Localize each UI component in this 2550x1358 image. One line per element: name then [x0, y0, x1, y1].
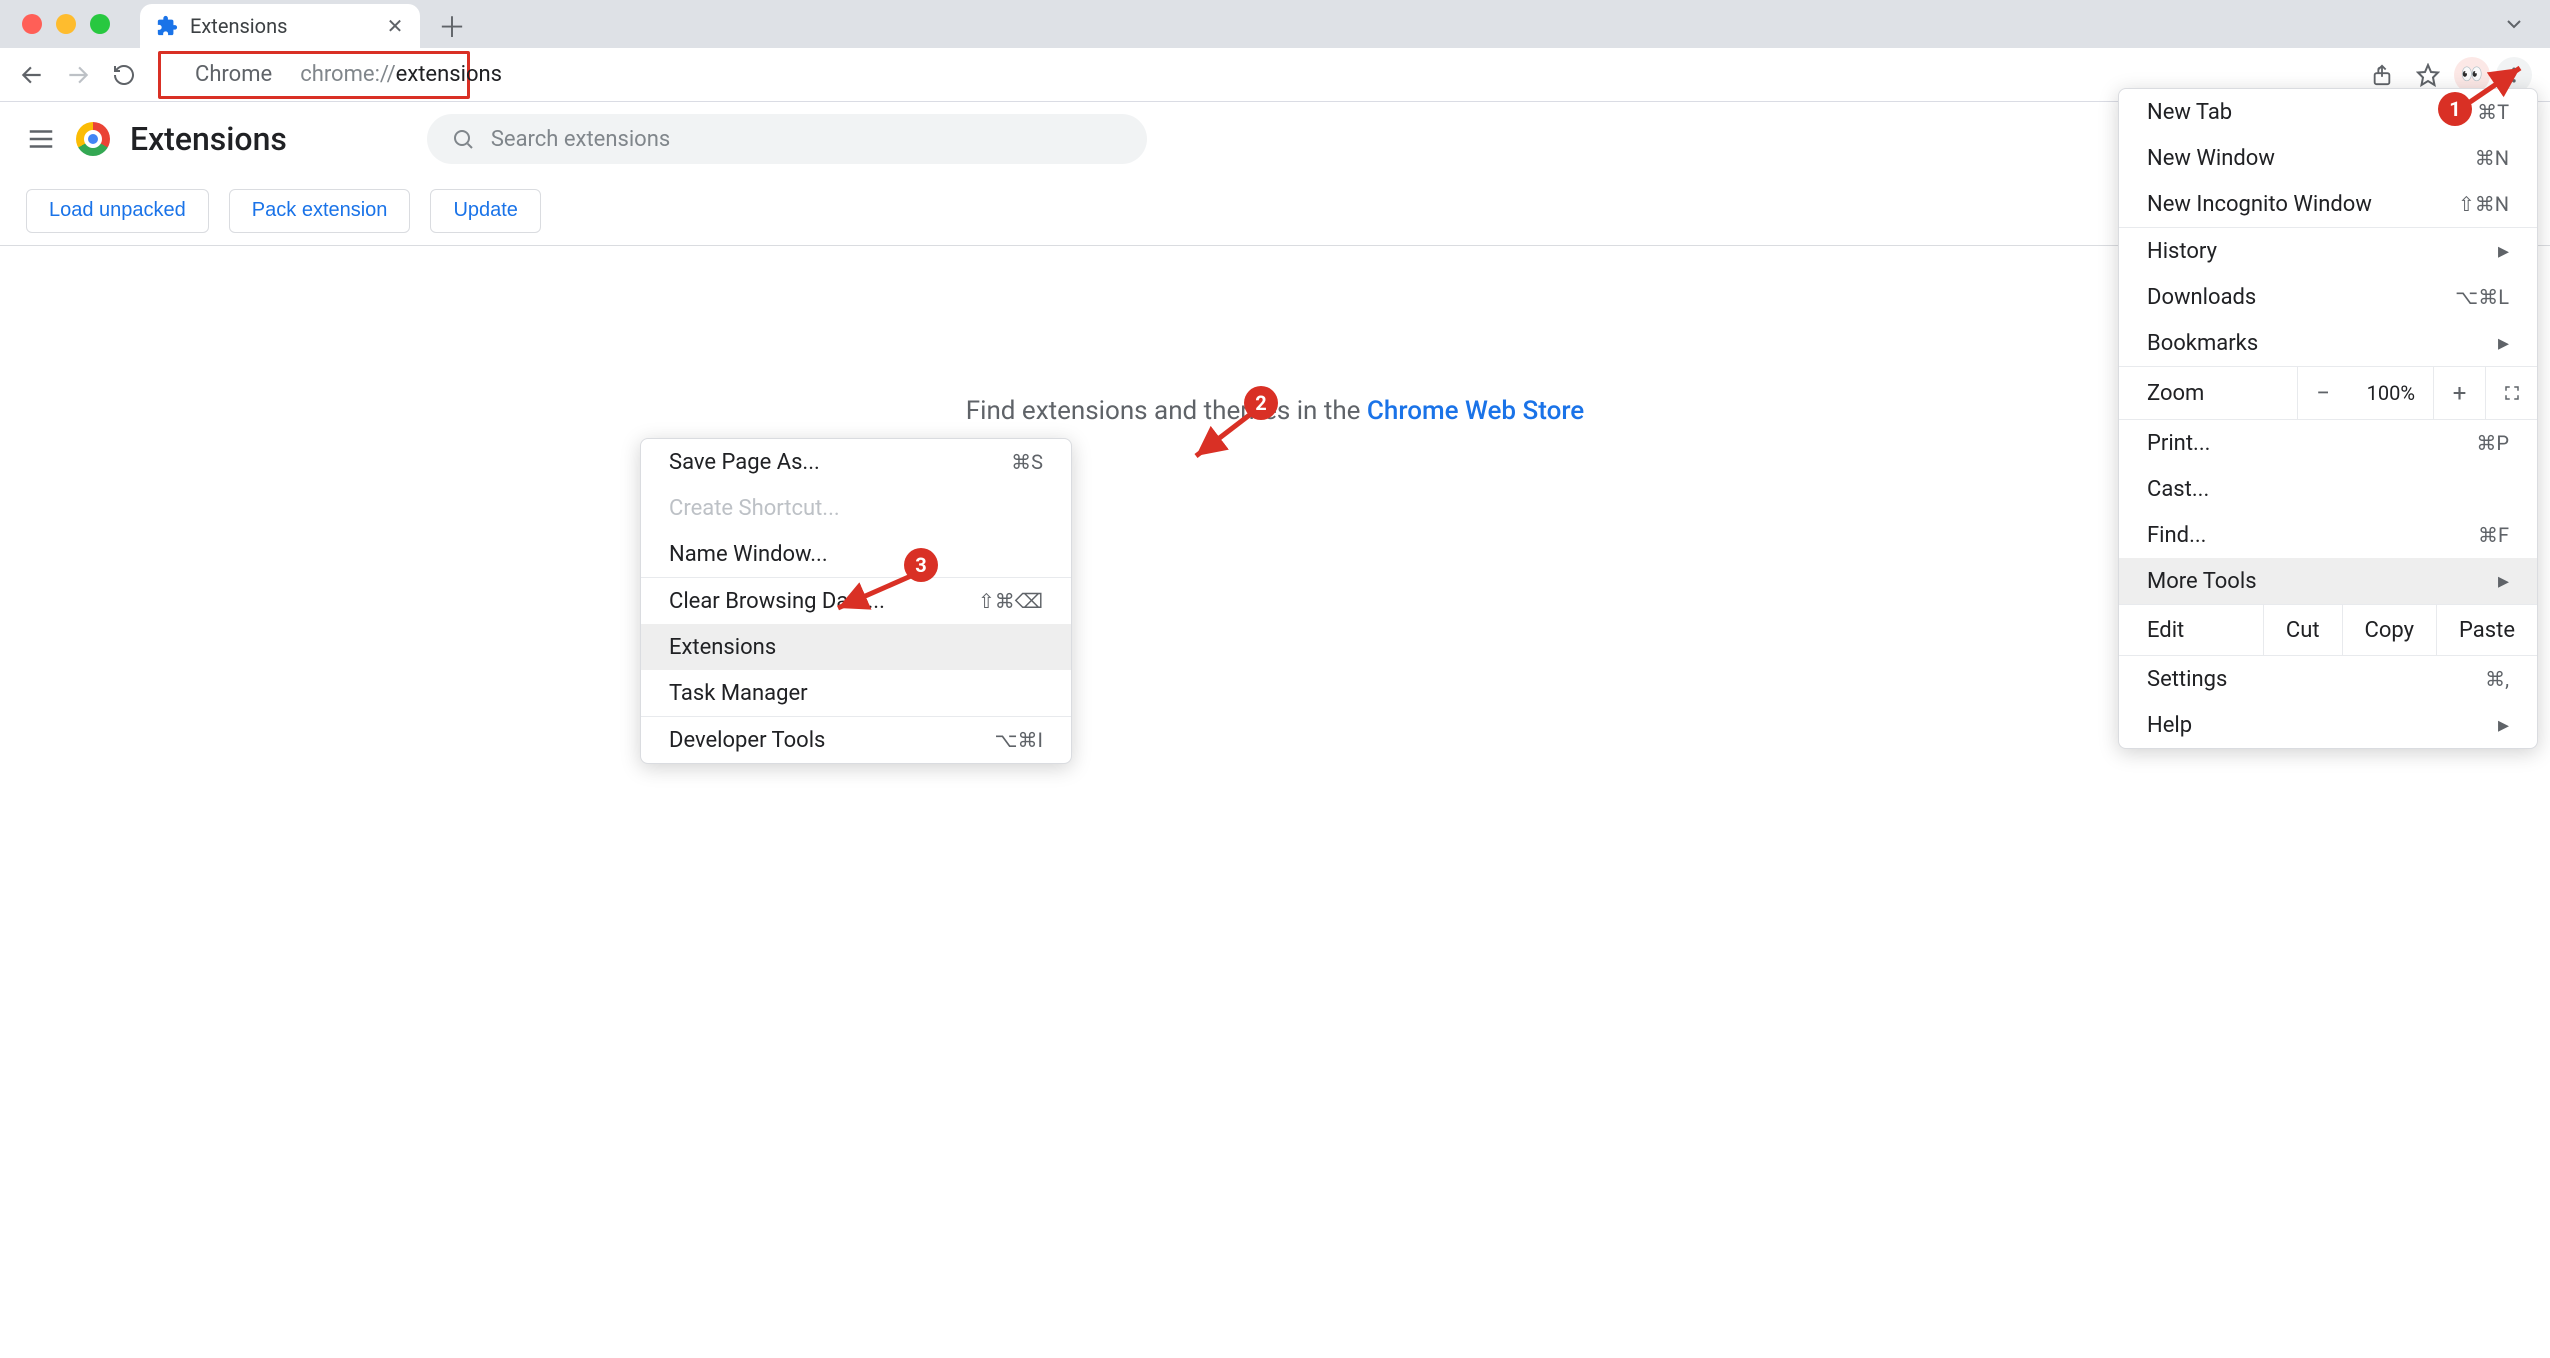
hint-text: Find extensions and themes in the	[966, 396, 1367, 426]
tab-close-button[interactable]: ✕	[386, 17, 404, 35]
submenu-create-shortcut: Create Shortcut...	[641, 485, 1071, 531]
edit-cut-button[interactable]: Cut	[2263, 605, 2342, 655]
submenu-developer-tools[interactable]: Developer Tools⌥⌘I	[641, 717, 1071, 763]
menu-more-tools[interactable]: More Tools▸	[2119, 558, 2537, 604]
zoom-value: 100%	[2349, 381, 2433, 405]
address-bar[interactable]: Chrome chrome://extensions	[158, 51, 470, 99]
tab-title: Extensions	[190, 14, 374, 38]
window-close-button[interactable]	[22, 14, 42, 34]
menu-history[interactable]: History▸	[2119, 228, 2537, 274]
menu-bookmarks[interactable]: Bookmarks▸	[2119, 320, 2537, 366]
omnibox-prefix: chrome://	[300, 62, 395, 87]
reload-button[interactable]	[104, 55, 144, 95]
menu-downloads[interactable]: Downloads⌥⌘L	[2119, 274, 2537, 320]
menu-new-window[interactable]: New Window⌘N	[2119, 135, 2537, 181]
annotation-badge-3: 3	[904, 548, 938, 582]
forward-button[interactable]	[58, 55, 98, 95]
back-button[interactable]	[12, 55, 52, 95]
menu-print[interactable]: Print...⌘P	[2119, 420, 2537, 466]
window-minimize-button[interactable]	[56, 14, 76, 34]
search-icon	[451, 127, 475, 151]
chrome-logo-icon	[76, 122, 110, 156]
submenu-save-page-as[interactable]: Save Page As...⌘S	[641, 439, 1071, 485]
zoom-in-button[interactable]: +	[2433, 367, 2485, 419]
browser-tab[interactable]: Extensions ✕	[140, 4, 420, 48]
omnibox-label: Chrome	[195, 62, 272, 87]
edit-copy-button[interactable]: Copy	[2342, 605, 2437, 655]
omnibox-path: extensions	[396, 62, 502, 87]
submenu-task-manager[interactable]: Task Manager	[641, 670, 1071, 716]
menu-edit: Edit Cut Copy Paste	[2119, 605, 2537, 655]
annotation-arrow-1	[2462, 60, 2532, 110]
menu-new-incognito[interactable]: New Incognito Window⇧⌘N	[2119, 181, 2537, 227]
annotation-badge-2: 2	[1244, 386, 1278, 420]
menu-icon[interactable]	[26, 124, 56, 154]
menu-help[interactable]: Help▸	[2119, 702, 2537, 748]
chrome-main-menu: New Tab⌘T New Window⌘N New Incognito Win…	[2118, 88, 2538, 749]
window-controls	[0, 0, 132, 48]
menu-cast[interactable]: Cast...	[2119, 466, 2537, 512]
fullscreen-button[interactable]	[2485, 367, 2537, 419]
pack-extension-button[interactable]: Pack extension	[229, 189, 411, 233]
window-maximize-button[interactable]	[90, 14, 110, 34]
chrome-web-store-link[interactable]: Chrome Web Store	[1367, 396, 1584, 426]
zoom-out-button[interactable]: −	[2297, 367, 2349, 419]
new-tab-button[interactable]: ＋	[432, 6, 472, 46]
chevron-right-icon: ▸	[2498, 331, 2509, 356]
chevron-right-icon: ▸	[2498, 569, 2509, 594]
tabs-dropdown-icon[interactable]	[2502, 12, 2526, 36]
menu-zoom: Zoom − 100% +	[2119, 367, 2537, 419]
extensions-search[interactable]: Search extensions	[427, 114, 1147, 164]
chevron-right-icon: ▸	[2498, 239, 2509, 264]
load-unpacked-button[interactable]: Load unpacked	[26, 189, 209, 233]
titlebar: Extensions ✕ ＋	[0, 0, 2550, 48]
submenu-extensions[interactable]: Extensions	[641, 624, 1071, 670]
search-placeholder: Search extensions	[491, 127, 670, 152]
menu-settings[interactable]: Settings⌘,	[2119, 656, 2537, 702]
update-button[interactable]: Update	[430, 189, 541, 233]
edit-paste-button[interactable]: Paste	[2436, 605, 2537, 655]
page-title: Extensions	[130, 120, 287, 158]
menu-find[interactable]: Find...⌘F	[2119, 512, 2537, 558]
chevron-right-icon: ▸	[2498, 713, 2509, 738]
extension-icon	[156, 15, 178, 37]
annotation-badge-1: 1	[2438, 92, 2472, 126]
